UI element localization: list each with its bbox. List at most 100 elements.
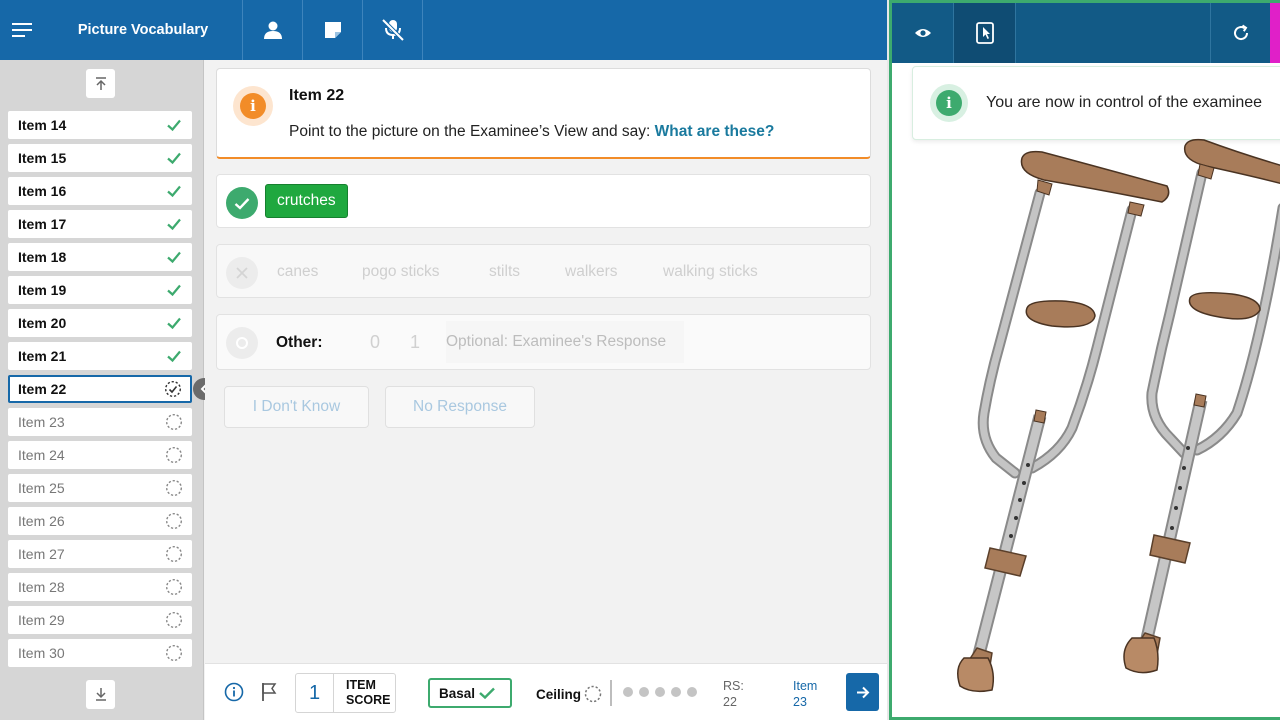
incorrect-option[interactable]: walkers [565,263,618,281]
sidebar-item[interactable]: Item 19 [8,276,192,304]
sidebar-item-label: Item 16 [18,183,67,199]
sidebar-item[interactable]: Item 25 [8,474,192,502]
radio-icon[interactable] [226,327,258,359]
bottom-bar: 1 ITEM SCORE Basal Ceiling RS: 22 Item 2… [205,663,887,720]
prompt-instruction-text: Point to the picture on the Examinee’s V… [289,123,655,140]
sidebar-item-label: Item 20 [18,315,67,331]
check-icon [167,218,181,231]
item-sidebar: Item 14 Item 15 Item 16 Item 17 Item 18 Item … [0,60,204,720]
pending-icon [165,413,183,431]
ceiling-label: Ceiling [536,686,582,702]
sidebar-item-label: Item 30 [18,645,65,661]
examinee-control-button[interactable] [954,3,1016,63]
sidebar-item-label: Item 22 [18,381,67,397]
sidebar-item[interactable]: Item 20 [8,309,192,337]
sidebar-item[interactable]: Item 22 [8,375,192,403]
sidebar-item[interactable]: Item 29 [8,606,192,634]
raw-score: RS: 22 [723,678,744,710]
pending-icon [165,644,183,662]
in-progress-icon [164,380,182,398]
info-button[interactable] [224,682,244,707]
item-score-value: 1 [296,674,334,712]
item-panel: i Item 22 Point to the picture on the Ex… [205,60,887,663]
correct-answer-chip[interactable]: crutches [265,184,348,218]
sidebar-item-label: Item 18 [18,249,67,265]
check-icon[interactable] [226,187,258,219]
next-item-number: 23 [793,695,807,709]
next-item-button[interactable] [846,673,879,711]
basal-badge: Basal [428,678,512,708]
sidebar-item[interactable]: Item 17 [8,210,192,238]
prompt-question: What are these? [654,123,775,140]
pending-icon [165,479,183,497]
sidebar-item[interactable]: Item 30 [8,639,192,667]
basal-label: Basal [439,685,476,701]
sidebar-item[interactable]: Item 24 [8,441,192,469]
incorrect-option[interactable]: pogo sticks [362,263,440,281]
refresh-button[interactable] [1210,3,1270,63]
check-icon [167,284,181,297]
divider [610,680,612,706]
scroll-top-button[interactable] [86,69,115,98]
notes-button[interactable] [303,0,363,60]
score-option-0[interactable]: 0 [370,332,380,353]
incorrect-option[interactable]: canes [277,263,318,281]
score-option-1[interactable]: 1 [410,332,420,353]
progress-dot [671,687,681,697]
dont-know-button[interactable]: I Don't Know [224,386,369,428]
sidebar-item-label: Item 17 [18,216,67,232]
incorrect-response-row: canes pogo sticks stilts walkers walking… [216,244,871,298]
sidebar-item[interactable]: Item 18 [8,243,192,271]
sidebar-item-label: Item 25 [18,480,65,496]
info-outline-icon [224,682,244,702]
sidebar-item[interactable]: Item 27 [8,540,192,568]
progress-dot [655,687,665,697]
sidebar-item[interactable]: Item 23 [8,408,192,436]
sidebar-item-label: Item 28 [18,579,65,595]
correct-response-row: crutches [216,174,871,228]
incorrect-option[interactable]: walking sticks [663,263,758,281]
other-label: Other: [276,334,323,351]
sidebar-item-label: Item 21 [18,348,67,364]
arrow-to-bottom-icon [95,688,106,701]
sidebar-item[interactable]: Item 14 [8,111,192,139]
raw-score-label: RS: [723,679,744,693]
eye-icon [914,29,931,37]
item-score-box[interactable]: 1 ITEM SCORE [295,673,396,713]
next-item-indicator: Item 23 [793,678,817,710]
arrow-right-icon [856,686,869,698]
mic-toggle-button[interactable] [363,0,423,60]
sidebar-item[interactable]: Item 28 [8,573,192,601]
sidebar-item-label: Item 27 [18,546,65,562]
sidebar-item-label: Item 24 [18,447,65,463]
progress-dot [623,687,633,697]
refresh-icon [1233,24,1248,41]
sidebar-item[interactable]: Item 16 [8,177,192,205]
examinee-view-panel: i You are now in control of the examinee [889,0,1280,720]
incorrect-option[interactable]: stilts [489,263,520,281]
progress-dot [639,687,649,697]
no-response-button[interactable]: No Response [385,386,535,428]
status-strip [1270,3,1280,63]
examinee-info-button[interactable] [243,0,303,60]
x-icon[interactable] [226,257,258,289]
app-title: Picture Vocabulary [44,0,243,60]
menu-button[interactable] [0,0,44,60]
scroll-bottom-button[interactable] [86,680,115,709]
note-icon [324,22,341,38]
sidebar-item[interactable]: Item 21 [8,342,192,370]
crutch-left [957,150,1170,693]
person-icon [263,21,282,39]
sidebar-item[interactable]: Item 26 [8,507,192,535]
control-notice: i You are now in control of the examinee [912,66,1280,140]
check-icon [167,152,181,165]
crutches-picture[interactable] [892,138,1280,720]
flag-button[interactable] [261,682,277,707]
item-list: Item 14 Item 15 Item 16 Item 17 Item 18 Item … [0,108,204,676]
crutch-right [1123,138,1280,674]
check-icon [167,119,181,132]
check-icon [167,350,181,363]
sidebar-item[interactable]: Item 15 [8,144,192,172]
examinee-response-input[interactable] [446,321,684,363]
preview-button[interactable] [892,3,954,63]
